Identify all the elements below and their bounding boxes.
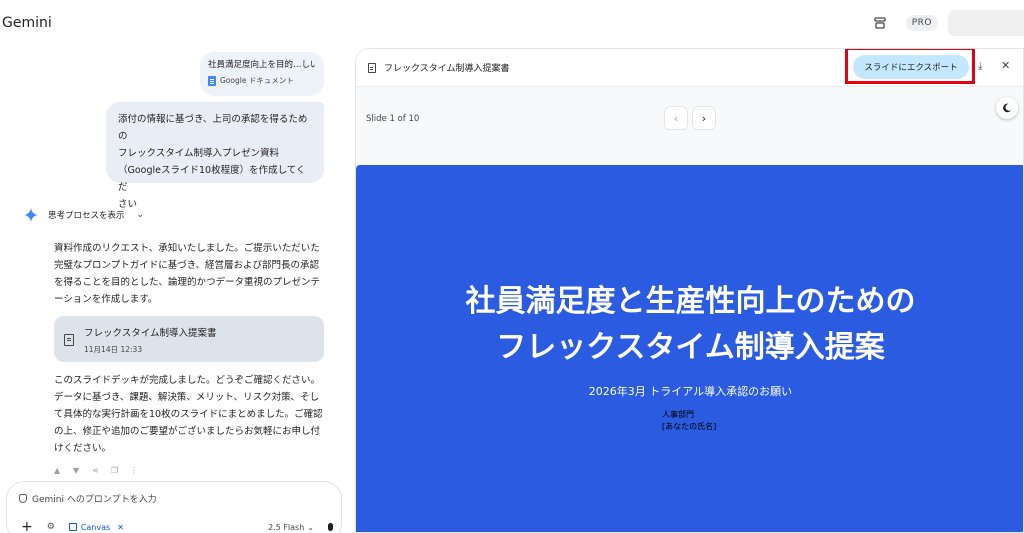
attachment-doc: Google ドキュメント [208,75,316,86]
incognito-icon[interactable] [870,13,890,33]
prompt-box[interactable]: Gemini へのプロンプトを入力 + ⚙ Canvas ✕ 2.5 Flash… [6,481,342,533]
response-line: を得ることを目的とした、論理的かつデータ重視のプレゼンテ [54,277,321,288]
user-message-line: さい [118,199,138,210]
canvas-label: Canvas [80,522,111,532]
response-line: このスライドデッキが完成しました。どうぞご確認ください。 [54,375,321,386]
slide-title-line: 社員満足度と生産性向上のための [465,284,916,319]
gemini-spark-icon [24,208,38,222]
thumbs-up-icon[interactable]: ▲ [54,466,63,475]
canvas-icon [68,523,77,531]
close-icon[interactable]: ✕ [117,523,124,532]
thumbs-down-icon[interactable]: ▼ [73,466,82,475]
response-line: ーションを作成します。 [54,294,158,305]
user-message-line: 添付の情報に基づき、上司の承認を得るための [118,114,308,142]
next-slide-button[interactable]: › [692,106,716,130]
user-message-line: （Googleスライド10枚程度）を作成してくだ [118,165,306,193]
previous-slide-button[interactable]: ‹ [664,106,688,130]
document-card-title: フレックスタイム制導入提案書 [84,328,217,339]
prompt-toolbar: + ⚙ Canvas ✕ 2.5 Flash ⌄ [21,520,333,533]
response-line: て具体的な実行計画を10枚のスライドにまとめました。ご確認 [54,409,323,420]
attachment-bubble[interactable]: 社員満足度向上を目的…しいで Google ドキュメント [200,52,324,96]
canvas-doc-title: フレックスタイム制導入提案書 [368,61,510,74]
highlight-box [845,49,975,84]
user-message: 添付の情報に基づき、上司の承認を得るための フレックスタイム制導入プレゼン資料 … [106,102,324,210]
slide-presenter: 人事部門 [あなたの氏名] [662,409,716,433]
attachment-text: 社員満足度向上を目的…しいで [208,60,316,70]
document-card[interactable]: フレックスタイム制導入提案書 11月14日 12:33 [54,316,324,362]
tools-icon[interactable]: ⚙ [47,522,55,532]
moon-icon [1003,103,1012,113]
slide-title: 社員満足度と生産性向上のための フレックスタイム制導入提案 [356,279,1023,371]
brand-title: Gemini [2,15,52,31]
google-docs-icon [208,75,216,86]
document-card-date: 11月14日 12:33 [84,345,143,354]
model-label: 2.5 Flash [268,522,305,532]
add-icon[interactable]: + [21,520,33,533]
slide-department: 人事部門 [662,410,694,419]
slide-counter: Slide 1 of 10 [366,114,420,124]
thinking-label: 思考プロセスを表示 [48,211,125,221]
canvas-chip[interactable]: Canvas ✕ [68,522,124,532]
thinking-toggle[interactable]: 思考プロセスを表示 ⌄ [24,208,144,222]
dark-mode-toggle[interactable] [996,97,1018,119]
response-text-1: 資料作成のリクエスト、承知いたしました。ご提示いただいた 完璧なプロンプトガイド… [54,240,326,308]
attachment-doc-label: Google ドキュメント [220,76,294,85]
response-line: データに基づき、課題、解決策、メリット、リスク対策、そし [54,392,320,403]
prompt-placeholder-row: Gemini へのプロンプトを入力 [19,492,157,505]
microphone-icon[interactable] [328,523,333,531]
download-icon[interactable]: ⤓ [978,61,982,72]
response-line: 資料作成のリクエスト、承知いたしました。ご提示いただいた [54,243,320,254]
response-line: の上、修正や追加のご要望がございましたらお気軽にお申し付 [54,426,321,437]
header-actions: PRO [870,10,1024,36]
copy-icon[interactable]: ❐ [111,466,120,475]
model-selector[interactable]: 2.5 Flash ⌄ [268,523,314,532]
response-line: 完璧なプロンプトガイドに基づき、経営層および部門長の承認 [54,260,320,271]
chat-column: 社員満足度向上を目的…しいで Google ドキュメント 添付の情報に基づき、上… [0,48,345,533]
document-icon [368,62,376,73]
pro-badge[interactable]: PRO [905,15,938,31]
response-line: けください。 [54,443,112,454]
chevron-down-icon: ⌄ [307,522,314,532]
document-icon [64,334,74,346]
document-card-text: フレックスタイム制導入提案書 11月14日 12:33 [84,324,217,354]
chevron-left-icon: ‹ [673,111,679,125]
response-text-2: このスライドデッキが完成しました。どうぞご確認ください。 データに基づき、課題、… [54,372,326,457]
share-icon[interactable]: ⋖ [92,466,101,475]
response-actions: ▲ ▼ ⋖ ❐ ⋮ [54,466,139,475]
chevron-down-icon: ⌄ [136,210,145,220]
slide-subtitle: 2026年3月 トライアル導入承認のお願い [588,385,793,398]
user-message-line: フレックスタイム制導入プレゼン資料 [118,148,280,159]
prompt-input[interactable]: Gemini へのプロンプトを入力 [32,492,157,505]
canvas-toolbar: フレックスタイム制導入提案書 スライドにエクスポート ⤓ ✕ [356,49,1023,87]
canvas-title-text: フレックスタイム制導入提案書 [384,64,510,74]
top-bar: Gemini PRO [0,0,1024,48]
slide-name: [あなたの氏名] [662,422,717,431]
slide-title-line: フレックスタイム制導入提案 [496,330,885,365]
gemini-app: Gemini PRO 社員満足度向上を目的…しいで Google ドキュメント … [0,0,1024,533]
account-area[interactable] [948,10,1024,36]
slide-preview: 社員満足度と生産性向上のための フレックスタイム制導入提案 2026年3月 トラ… [356,165,1023,532]
more-icon[interactable]: ⋮ [130,466,139,475]
canvas-panel: フレックスタイム制導入提案書 スライドにエクスポート ⤓ ✕ Slide 1 o… [355,48,1024,533]
chevron-right-icon: › [701,111,707,125]
shield-icon [19,494,27,503]
close-icon[interactable]: ✕ [1001,59,1010,72]
